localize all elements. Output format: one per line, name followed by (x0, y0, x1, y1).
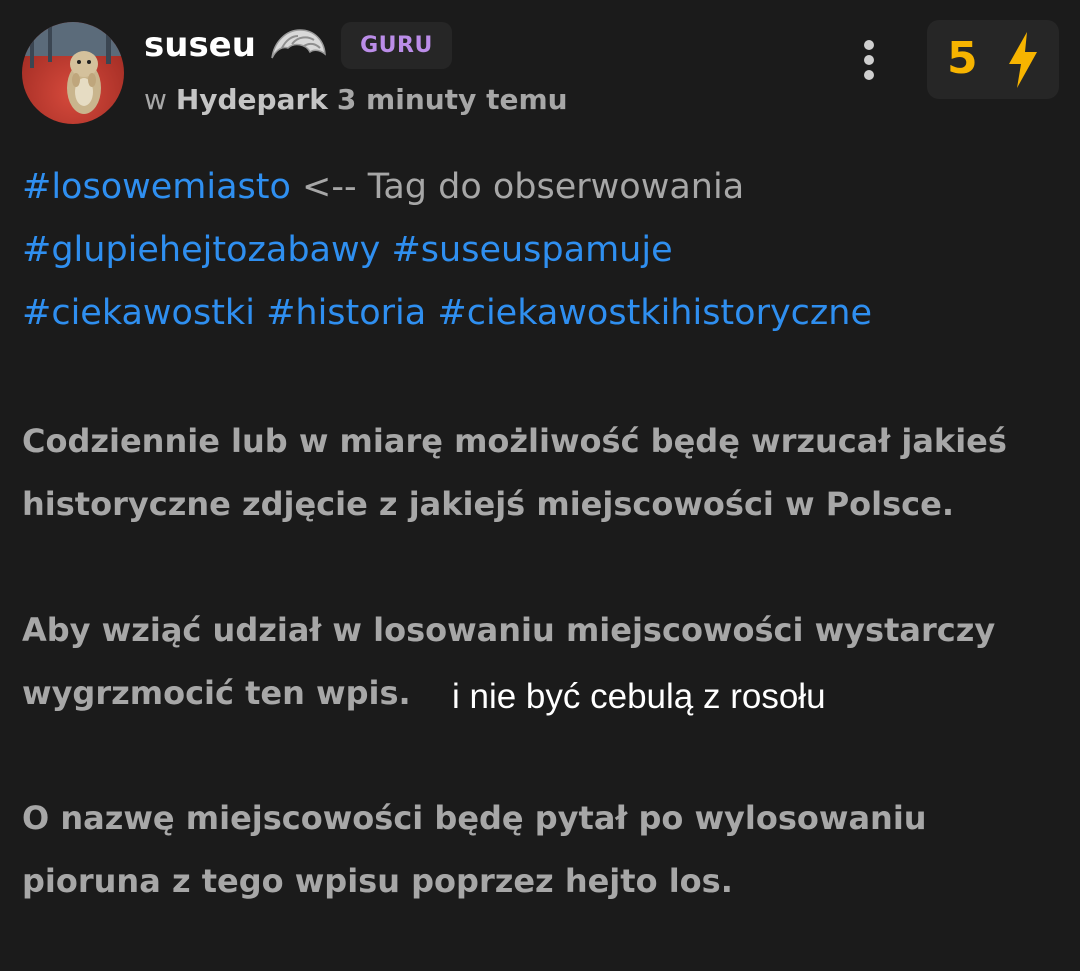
post-meta: w Hydepark 3 minuty temu (144, 78, 568, 122)
post-time[interactable]: 3 minuty temu (337, 83, 568, 116)
post-paragraph: Codziennie lub w miarę możliwość będę wr… (22, 422, 1007, 523)
overlay-caption: i nie być cebulą z rosołu (452, 677, 826, 716)
vote-count: 5 (947, 33, 978, 84)
tag-note: <-- Tag do obserwowania (290, 167, 745, 207)
lightning-icon (1009, 32, 1037, 88)
vote-button[interactable]: 5 (927, 20, 1059, 99)
tags-line-2: #glupiehejtozabawy #suseuspamuje (22, 219, 1062, 282)
post-card: suseu GURU w Hydepark 3 minuty temu 5 #l… (0, 0, 1080, 971)
avatar[interactable] (22, 22, 124, 124)
avatar-image (22, 22, 124, 124)
username[interactable]: suseu (144, 22, 256, 68)
tags-block: #losowemiasto <-- Tag do obserwowania #g… (22, 156, 1062, 345)
post-paragraph: O nazwę miejscowości będę pytał po wylos… (22, 799, 927, 900)
more-options-icon[interactable] (856, 40, 882, 80)
tags-line-1: #losowemiasto <-- Tag do obserwowania (22, 156, 1062, 219)
tag-link[interactable]: #losowemiasto (22, 167, 291, 207)
tag-link[interactable]: #ciekawostki (22, 293, 255, 333)
meta-prefix: w (144, 83, 167, 116)
tag-link[interactable]: #suseuspamuje (391, 230, 672, 270)
tag-link[interactable]: #historia (266, 293, 426, 333)
tag-link[interactable]: #ciekawostkihistoryczne (437, 293, 872, 333)
rank-badge: GURU (341, 22, 452, 69)
tag-link[interactable]: #glupiehejtozabawy (22, 230, 380, 270)
tags-line-3: #ciekawostki #historia #ciekawostkihisto… (22, 282, 1062, 345)
community-link[interactable]: Hydepark (176, 83, 328, 116)
croissant-icon (268, 24, 328, 68)
